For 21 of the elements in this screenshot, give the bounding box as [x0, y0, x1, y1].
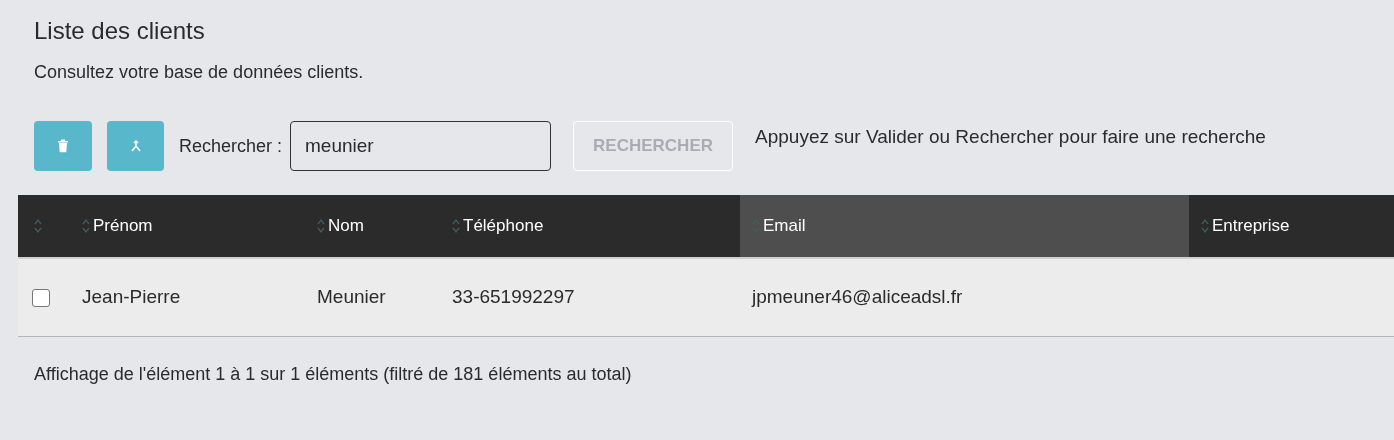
table-cell: jpmeuner46@aliceadsl.fr: [752, 286, 963, 308]
search-hint: Appuyez sur Valider ou Rechercher pour faire une recherche: [755, 124, 1266, 149]
sort-icon: [82, 218, 90, 234]
merge-button[interactable]: [107, 121, 164, 171]
search-label: Rechercher :: [179, 134, 283, 158]
row-checkbox[interactable]: [32, 288, 50, 307]
page-subtitle: Consultez votre base de données clients.: [34, 61, 365, 84]
table-cell: 33-651992297: [452, 286, 575, 308]
table-cell: Meunier: [317, 286, 386, 308]
sort-icon: [34, 218, 42, 234]
table-info: Affichage de l'élément 1 à 1 sur 1 éléments (filtré de 181 éléments au total): [33, 363, 633, 386]
page-title: Liste des clients: [34, 16, 206, 46]
sort-icon: [1201, 218, 1209, 234]
sort-icon: [452, 218, 460, 234]
sort-icon: [317, 218, 325, 234]
delete-button[interactable]: [34, 121, 92, 171]
column-header[interactable]: Email: [740, 195, 1189, 257]
table-cell: Jean-Pierre: [82, 286, 181, 308]
search-field[interactable]: meunier: [290, 121, 552, 171]
trash-icon: [57, 139, 69, 153]
merge-icon: [129, 140, 142, 152]
